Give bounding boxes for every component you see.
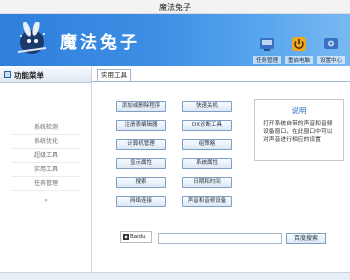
date-time-button[interactable]: 日期和时间	[182, 177, 232, 188]
computer-management-button[interactable]: 计算机管理	[116, 139, 166, 150]
header-banner: 魔法兔子 任务管理 重启电脑 设置中心	[0, 14, 350, 66]
group-policy-button[interactable]: 组策略	[182, 139, 232, 150]
window-title: 魔法兔子	[159, 3, 191, 12]
dx-diagnostic-button[interactable]: DX诊断工具	[182, 120, 232, 131]
add-remove-programs-button[interactable]: 添加或删除程序	[116, 101, 166, 112]
description-text: 打开系统自带的声音和音频设备窗口，在此窗口中可以对声音进行相应的设置	[263, 121, 333, 143]
restart-label: 重启电脑	[285, 56, 313, 64]
sidebar-header-label: 功能菜单	[14, 71, 44, 80]
tab-divider	[92, 81, 350, 82]
sidebar-item-system-optimize[interactable]: 系统优化	[12, 135, 80, 149]
tab-utility-tools[interactable]: 实用工具	[97, 69, 131, 81]
menu-square-icon	[4, 71, 11, 78]
sidebar-item-system-check[interactable]: 系统检测	[12, 121, 80, 135]
task-manager-label: 任务管理	[253, 56, 281, 64]
baidu-paw-icon: ◆	[123, 233, 129, 240]
registry-editor-button[interactable]: 注册表编辑器	[116, 120, 166, 131]
sidebar-item-super-tools[interactable]: 超级工具	[12, 149, 80, 163]
settings-icon	[324, 38, 338, 49]
status-bar	[0, 272, 350, 280]
baidu-search-button[interactable]: 百度搜索	[286, 233, 326, 244]
power-icon	[292, 37, 306, 51]
sound-audio-devices-button[interactable]: 声音和音频设备	[182, 196, 232, 207]
description-title: 说明	[291, 106, 307, 115]
display-properties-button[interactable]: 显示属性	[116, 158, 166, 169]
sidebar-header: 功能菜单	[0, 67, 91, 83]
baidu-logo: ◆ Baidu	[120, 231, 152, 243]
baidu-logo-text: Baidu	[130, 234, 146, 240]
title-bar: 魔法兔子	[0, 0, 350, 14]
sidebar-menu: 系统检测 系统优化 超级工具 实用工具 任务管理 »	[0, 121, 92, 204]
sidebar-item-task-manager[interactable]: 任务管理	[12, 177, 80, 191]
settings-button[interactable]: 设置中心	[317, 36, 345, 66]
settings-label: 设置中心	[317, 56, 345, 64]
app-name: 魔法兔子	[60, 33, 140, 53]
quick-shutdown-button[interactable]: 快速关机	[182, 101, 232, 112]
system-properties-button[interactable]: 系统属性	[182, 158, 232, 169]
main-content: 实用工具 添加或删除程序 快速关机 注册表编辑器 DX诊断工具 计算机管理 组策…	[92, 67, 350, 272]
rabbit-logo-icon	[17, 22, 47, 54]
sidebar: 功能菜单 系统检测 系统优化 超级工具 实用工具 任务管理 »	[0, 67, 92, 272]
task-manager-button[interactable]: 任务管理	[253, 36, 281, 66]
task-manager-icon	[260, 38, 274, 51]
search-input[interactable]	[158, 233, 282, 244]
search-button[interactable]: 搜索	[116, 177, 166, 188]
description-panel: 说明 打开系统自带的声音和音频设备窗口，在此窗口中可以对声音进行相应的设置	[254, 99, 344, 161]
sidebar-more-arrow-icon[interactable]: »	[0, 197, 92, 204]
restart-button[interactable]: 重启电脑	[285, 36, 313, 66]
network-connections-button[interactable]: 网络连接	[116, 196, 166, 207]
sidebar-item-utility-tools[interactable]: 实用工具	[12, 163, 80, 177]
